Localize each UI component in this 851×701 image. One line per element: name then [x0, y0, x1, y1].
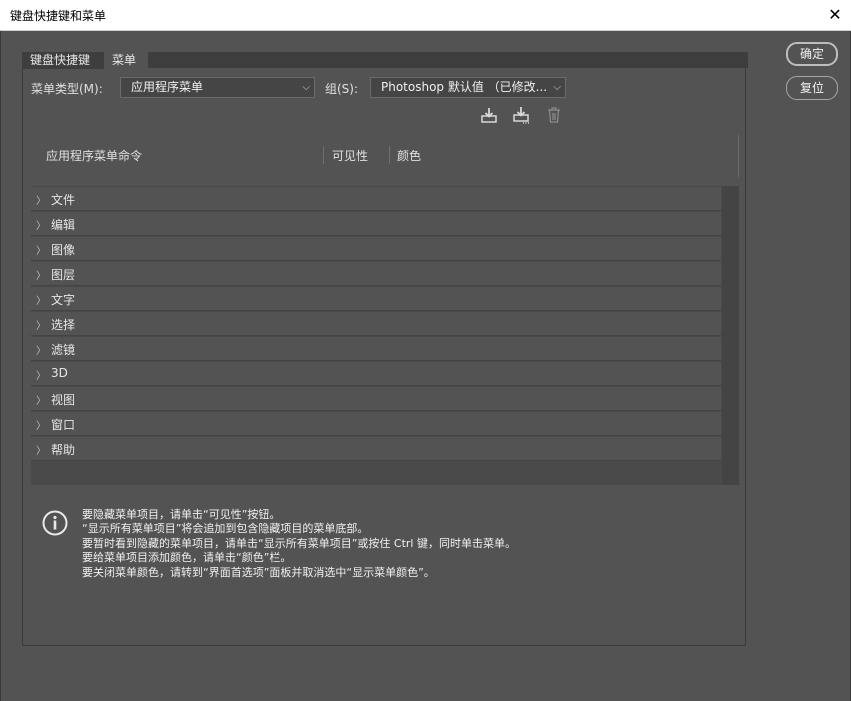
menu-type-select[interactable]: 应用程序菜单 ⌵ — [120, 77, 315, 98]
chevron-right-icon[interactable]: 〉 — [36, 242, 46, 257]
info-line: 要给菜单项目添加颜色，请单击“颜色”栏。 — [82, 551, 292, 564]
chevron-right-icon[interactable]: 〉 — [36, 317, 46, 332]
menu-type-value: 应用程序菜单 — [131, 80, 204, 94]
group-label: 组(S): — [325, 82, 359, 96]
chevron-right-icon[interactable]: 〉 — [36, 442, 46, 457]
list-item[interactable]: 〉图层 — [31, 262, 721, 286]
chevron-right-icon[interactable]: 〉 — [36, 417, 46, 432]
column-header-visibility[interactable]: 可见性 — [332, 147, 368, 164]
group-value: Photoshop 默认值 （已修改... — [381, 80, 548, 94]
chevron-right-icon[interactable]: 〉 — [36, 392, 46, 407]
list-item[interactable]: 〉视图 — [31, 387, 721, 411]
list-item-label: 滤镜 — [51, 343, 76, 357]
chevron-right-icon[interactable]: 〉 — [36, 292, 46, 307]
list-item[interactable]: 〉帮助 — [31, 437, 721, 461]
list-item-label: 帮助 — [51, 443, 76, 457]
column-divider — [323, 146, 324, 164]
column-divider — [389, 146, 390, 164]
title-bar: 键盘快捷键和菜单 ✕ — [0, 0, 851, 31]
tab-menus[interactable]: 菜单 — [104, 52, 148, 69]
chevron-right-icon[interactable]: 〉 — [36, 192, 46, 207]
chevron-right-icon[interactable]: 〉 — [36, 217, 46, 232]
chevron-right-icon[interactable]: 〉 — [36, 267, 46, 282]
list-item-label: 编辑 — [51, 218, 76, 232]
column-header-color[interactable]: 颜色 — [397, 147, 421, 164]
save-set-icon[interactable] — [480, 106, 498, 124]
list-scrollbar[interactable] — [722, 186, 739, 485]
frame-left-border — [0, 31, 1, 701]
list-item-label: 图层 — [51, 268, 76, 282]
list-item[interactable]: 〉选择 — [31, 312, 721, 336]
list-item[interactable]: 〉滤镜 — [31, 337, 721, 361]
tab-keyboard-shortcuts[interactable]: 键盘快捷键 — [22, 52, 104, 69]
list-item[interactable]: 〉文字 — [31, 287, 721, 311]
list-item[interactable]: 〉 3D — [31, 362, 721, 386]
chevron-right-icon[interactable]: 〉 — [36, 367, 46, 382]
list-item-label: 3D — [51, 366, 68, 380]
menu-type-label: 菜单类型(M): — [31, 82, 103, 96]
delete-set-icon[interactable] — [545, 106, 563, 124]
info-icon — [42, 510, 68, 536]
list-item-label: 窗口 — [51, 418, 76, 432]
list-item-label: 文字 — [51, 293, 76, 307]
info-line: 要关闭菜单颜色，请转到“界面首选项”面板并取消选中“显示菜单颜色”。 — [82, 566, 435, 579]
ok-button[interactable]: 确定 — [786, 42, 838, 66]
list-item[interactable]: 〉编辑 — [31, 212, 721, 236]
chevron-down-icon: ⌵ — [553, 82, 561, 93]
list-item-label: 文件 — [51, 193, 76, 207]
list-item[interactable]: 〉窗口 — [31, 412, 721, 436]
group-select[interactable]: Photoshop 默认值 （已修改... ⌵ — [370, 77, 566, 98]
list-item[interactable]: 〉图像 — [31, 237, 721, 261]
list-item-label: 选择 — [51, 318, 76, 332]
list-item[interactable]: 〉文件 — [31, 187, 721, 211]
column-header-command: 应用程序菜单命令 — [46, 149, 143, 163]
reset-button[interactable]: 复位 — [786, 76, 838, 100]
chevron-down-icon: ⌵ — [302, 82, 310, 93]
close-icon[interactable]: ✕ — [819, 0, 851, 30]
list-item-label: 图像 — [51, 243, 76, 257]
chevron-right-icon[interactable]: 〉 — [36, 342, 46, 357]
window-title: 键盘快捷键和菜单 — [10, 9, 107, 23]
save-as-set-icon[interactable] — [512, 106, 530, 124]
info-line: “显示所有菜单项目”将会追加到包含隐藏项目的菜单底部。 — [82, 522, 369, 535]
list-item-label: 视图 — [51, 393, 76, 407]
divider — [22, 645, 746, 646]
